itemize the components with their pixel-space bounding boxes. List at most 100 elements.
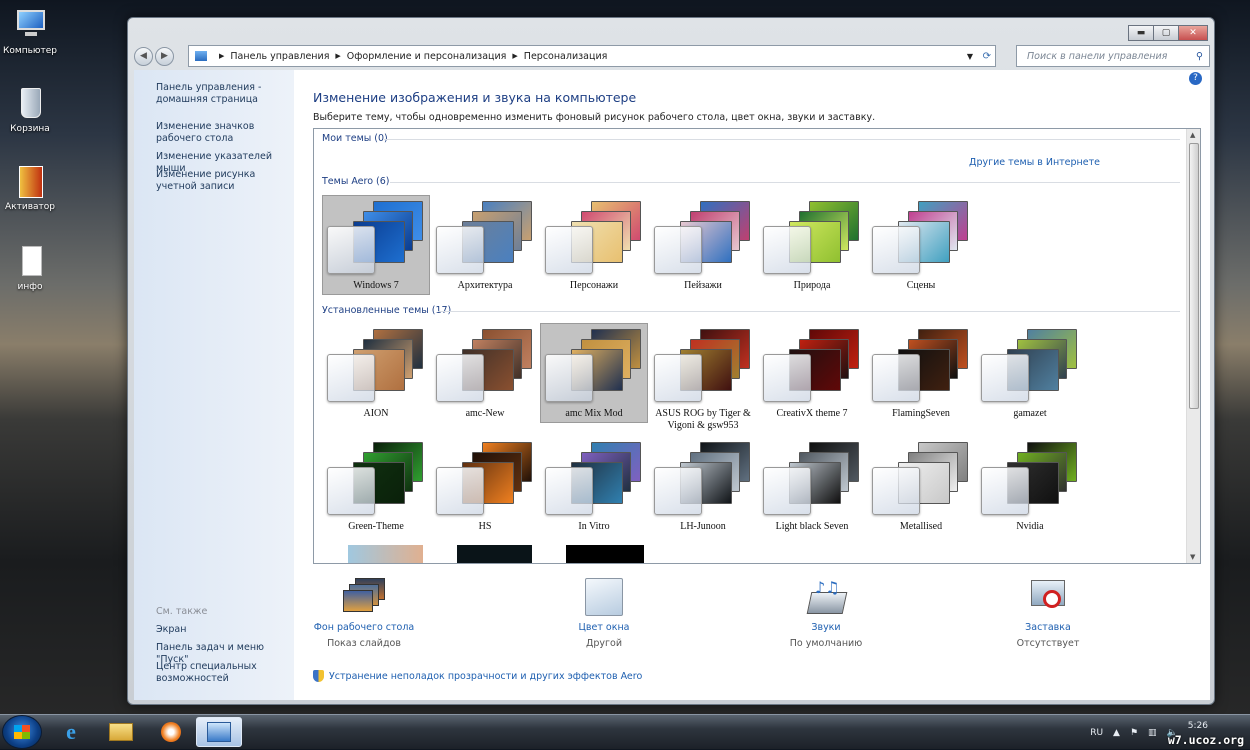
desktop-icon-computer[interactable]: Компьютер [2,8,58,56]
forward-button[interactable]: ▶ [155,46,174,66]
theme-item[interactable]: Metallised [867,436,975,536]
group-my-themes[interactable]: Мои темы (0) [322,133,388,144]
theme-item[interactable]: HS [431,436,539,536]
theme-color-swatch [436,467,484,515]
theme-name: ASUS ROG by Tiger & Vigoni & gsw953 [655,408,751,431]
network-icon[interactable]: ▥ [1148,728,1157,738]
theme-item[interactable]: CreativX theme 7 [758,323,866,423]
theme-thumbnail [654,329,750,402]
theme-thumbnail [545,442,641,515]
theme-thumbnail [981,329,1077,402]
theme-item[interactable]: Сцены [867,195,975,295]
breadcrumb-item[interactable]: Панель управления [230,51,329,62]
breadcrumb-item[interactable]: Персонализация [524,51,608,62]
theme-item[interactable]: amc Mix Mod [540,323,648,423]
minimize-button[interactable]: ▬ [1128,25,1154,41]
theme-item[interactable]: Nvidia [976,436,1084,536]
taskbar-ie-button[interactable]: e [48,717,94,747]
theme-item[interactable]: FlamingSeven [867,323,975,423]
theme-item[interactable]: Природа [758,195,866,295]
maximize-button[interactable]: ▢ [1153,25,1179,41]
screensaver-setting[interactable]: Заставка Отсутствует [978,578,1118,649]
gallery-scrollbar[interactable]: ▲ ▼ [1186,129,1200,563]
close-button[interactable]: ✕ [1178,25,1208,41]
search-placeholder: Поиск в панели управления [1027,50,1168,62]
setting-label: Звуки [811,622,841,633]
theme-item[interactable]: Персонажи [540,195,648,295]
search-input[interactable]: Поиск в панели управления ⚲ [1016,45,1210,67]
theme-item[interactable]: Пейзажи [649,195,757,295]
theme-item[interactable]: Light black Seven [758,436,866,536]
theme-color-swatch [981,354,1029,402]
theme-color-swatch [436,226,484,274]
setting-value: Показ слайдов [327,638,401,649]
more-themes-link[interactable]: Другие темы в Интернете [969,157,1100,168]
theme-name: Light black Seven [775,521,849,532]
clock[interactable]: 5:26 [1188,721,1208,731]
theme-item[interactable]: amc-New [431,323,539,423]
theme-item[interactable]: Green-Theme [322,436,430,536]
language-indicator[interactable]: RU [1090,728,1103,738]
sounds-setting[interactable]: ♪♫ Звуки По умолчанию [756,578,896,649]
theme-item[interactable]: Windows 7 [322,195,430,295]
desktop-background-setting[interactable]: Фон рабочего стола Показ слайдов [294,578,434,649]
theme-item[interactable]: Архитектура [431,195,539,295]
computer-icon [13,8,47,42]
scroll-down-icon[interactable]: ▼ [1190,553,1195,561]
see-also-accessibility[interactable]: Центр специальных возможностей [156,661,290,685]
theme-thumbnail [872,329,968,402]
sidebar-link-home[interactable]: Панель управления - домашняя страница [156,82,290,106]
theme-name: Metallised [899,521,943,532]
group-installed-themes[interactable]: Установленные темы (17) [322,305,451,316]
breadcrumb-separator-icon: ▶ [219,52,225,60]
theme-name: LH-Junoon [680,521,726,532]
help-icon[interactable]: ? [1189,72,1202,85]
theme-color-swatch [763,354,811,402]
taskbar-media-player-button[interactable] [148,717,194,747]
theme-item[interactable]: In Vitro [540,436,648,536]
theme-item[interactable]: AION [322,323,430,423]
sidebar-link-desktop-icons[interactable]: Изменение значков рабочего стола [156,121,290,145]
breadcrumb-item[interactable]: Оформление и персонализация [347,51,507,62]
partial-theme-thumbnail[interactable] [457,545,532,563]
personalization-window: ▬ ▢ ✕ ◀ ▶ ▶ Панель управления ▶ Оформлен… [127,17,1215,705]
theme-thumbnail [763,329,859,402]
desktop-icon-activator[interactable]: Активатор [2,164,58,212]
control-panel-icon [195,51,207,61]
theme-item[interactable]: LH-Junoon [649,436,757,536]
back-button[interactable]: ◀ [134,46,153,66]
partial-theme-thumbnail[interactable] [566,545,644,563]
see-also-display[interactable]: Экран [156,624,290,636]
theme-item[interactable]: ASUS ROG by Tiger & Vigoni & gsw953 [649,323,757,431]
theme-color-swatch [654,354,702,402]
refresh-icon[interactable]: ⟳ [983,51,991,62]
group-aero-themes[interactable]: Темы Aero (6) [322,176,390,187]
theme-thumbnail [436,442,532,515]
partial-theme-thumbnail[interactable] [348,545,423,563]
setting-value: Другой [585,638,623,649]
theme-name: Windows 7 [353,280,399,291]
theme-color-swatch [981,467,1029,515]
show-hidden-icons-icon[interactable]: ▲ [1113,728,1120,738]
desktop-icon-recycle-bin[interactable]: Корзина [2,86,58,134]
window-color-setting[interactable]: Цвет окна Другой [534,578,674,649]
sidebar-link-account-picture[interactable]: Изменение рисунка учетной записи [156,169,290,193]
taskbar-control-panel-button[interactable] [196,717,242,747]
theme-name: FlamingSeven [892,408,950,419]
breadcrumb-separator-icon: ▶ [335,52,341,60]
action-center-flag-icon[interactable]: ⚑ [1130,728,1138,738]
desktop-icon-info[interactable]: инфо [2,244,58,292]
address-bar[interactable]: ▶ Панель управления ▶ Оформление и персо… [188,45,996,67]
scrollbar-thumb[interactable] [1189,143,1199,409]
taskbar-explorer-button[interactable] [98,717,144,747]
start-button[interactable] [2,715,42,749]
scroll-up-icon[interactable]: ▲ [1190,131,1195,139]
theme-thumbnail [872,442,968,515]
aero-troubleshoot-link[interactable]: Устранение неполадок прозрачности и друг… [313,670,642,682]
theme-name: Green-Theme [348,521,404,532]
theme-item[interactable]: gamazet [976,323,1084,423]
left-pane: Панель управления - домашняя страница Из… [134,70,294,700]
address-dropdown-icon[interactable]: ▼ [967,52,973,61]
theme-name: Nvidia [1016,521,1044,532]
search-icon[interactable]: ⚲ [1196,51,1203,62]
